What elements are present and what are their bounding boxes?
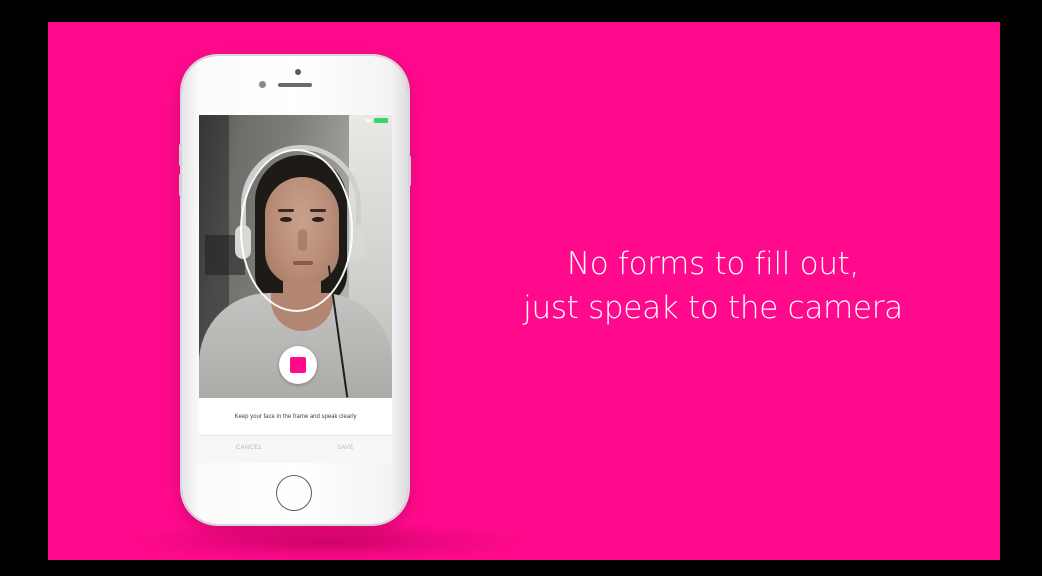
front-camera-icon [295,69,301,75]
phone-volume-down-button [179,174,182,196]
video-frame: Keep your face in the frame and speak cl… [0,0,1042,576]
status-bar [199,115,392,125]
camera-preview [199,115,392,413]
phone-volume-up-button [179,144,182,166]
status-indicator [365,119,371,122]
record-stop-button[interactable] [279,346,317,384]
phone-device: Keep your face in the frame and speak cl… [179,56,411,524]
action-bar: CANCEL SAVE [199,435,392,463]
proximity-sensor-icon [259,81,266,88]
headline-line-1: No forms to fill out, [566,246,860,282]
face-oval-guide [240,149,353,312]
earpiece-speaker [278,83,312,87]
stop-icon [290,357,306,373]
promo-slide: Keep your face in the frame and speak cl… [48,22,1000,560]
instructions-text: Keep your face in the frame and speak cl… [234,413,357,420]
save-button[interactable]: SAVE [337,445,354,451]
instructions-panel: Keep your face in the frame and speak cl… [199,398,392,435]
cancel-button[interactable]: CANCEL [236,445,262,451]
phone-screen: Keep your face in the frame and speak cl… [199,115,392,463]
headline-line-2: just speak to the camera [523,290,903,326]
phone-power-button [408,156,411,186]
home-button[interactable] [276,475,312,511]
headline: No forms to fill out, just speak to the … [478,242,948,330]
battery-icon [374,118,388,123]
phone-floor-shadow [128,522,528,560]
